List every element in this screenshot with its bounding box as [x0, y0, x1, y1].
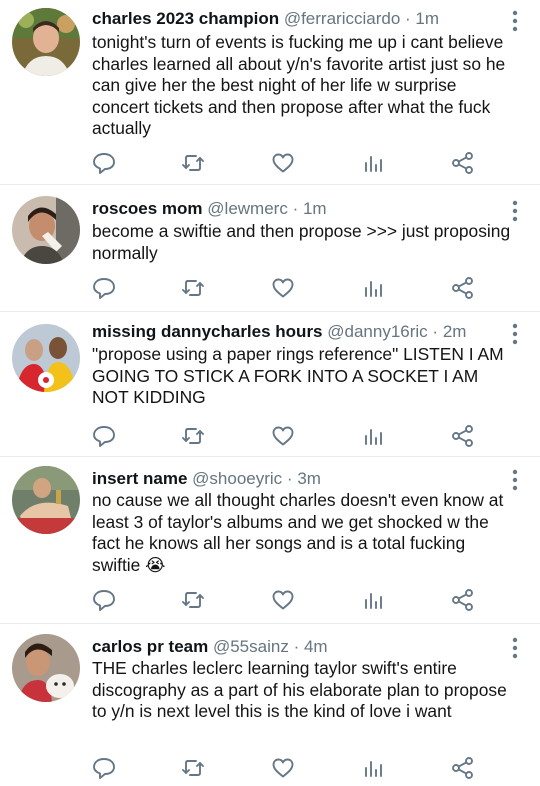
- tweet-header: roscoes mom @lewmerc · 1m: [92, 198, 500, 220]
- more-options-icon[interactable]: [512, 323, 518, 345]
- avatar-image: [12, 8, 80, 76]
- timestamp[interactable]: 1m: [415, 9, 439, 28]
- share-icon[interactable]: [450, 275, 476, 301]
- display-name[interactable]: roscoes mom: [92, 199, 203, 218]
- avatar[interactable]: [12, 466, 80, 534]
- reply-icon[interactable]: [91, 150, 117, 176]
- more-options-icon[interactable]: [512, 10, 518, 32]
- tweet-header: insert name @shooeyric · 3m: [92, 468, 500, 490]
- retweet-icon[interactable]: [180, 275, 206, 301]
- avatar[interactable]: [12, 634, 80, 702]
- like-icon[interactable]: [270, 423, 296, 449]
- tweet-text: become a swiftie and then propose >>> ju…: [92, 221, 511, 263]
- user-handle[interactable]: @ferraricciardo: [284, 9, 400, 28]
- avatar-image: [12, 324, 80, 392]
- tweet-header: missing dannycharles hours @danny16ric ·…: [92, 321, 500, 343]
- separator-dot: ·: [292, 199, 299, 218]
- display-name[interactable]: charles 2023 champion: [92, 9, 279, 28]
- stats-icon[interactable]: [360, 423, 386, 449]
- like-icon[interactable]: [270, 587, 296, 613]
- more-options-icon[interactable]: [512, 200, 518, 222]
- more-options-icon[interactable]: [512, 469, 518, 491]
- timestamp[interactable]: 3m: [297, 469, 321, 488]
- tweet-2[interactable]: roscoes mom @lewmerc · 1m become a swift…: [0, 185, 540, 312]
- share-icon[interactable]: [450, 423, 476, 449]
- reply-icon[interactable]: [91, 423, 117, 449]
- more-options-icon[interactable]: [512, 637, 518, 659]
- avatar-image: [12, 466, 80, 534]
- user-handle[interactable]: @shooeyric: [192, 469, 282, 488]
- avatar[interactable]: [12, 196, 80, 264]
- user-handle[interactable]: @55sainz: [213, 637, 289, 656]
- tweet-text: "propose using a paper rings reference" …: [92, 344, 504, 407]
- action-bar: [0, 150, 540, 176]
- like-icon[interactable]: [270, 275, 296, 301]
- timestamp[interactable]: 1m: [303, 199, 327, 218]
- tweet-header: carlos pr team @55sainz · 4m: [92, 636, 500, 658]
- reply-icon[interactable]: [91, 755, 117, 781]
- stats-icon[interactable]: [360, 275, 386, 301]
- tweet-text: THE charles leclerc learning taylor swif…: [92, 658, 507, 721]
- display-name[interactable]: carlos pr team: [92, 637, 208, 656]
- tweet-text: no cause we all thought charles doesn't …: [92, 490, 504, 575]
- action-bar: [0, 755, 540, 781]
- action-bar: [0, 587, 540, 613]
- reply-icon[interactable]: [91, 275, 117, 301]
- avatar-image: [12, 634, 80, 702]
- tweet-4[interactable]: insert name @shooeyric · 3m no cause we …: [0, 457, 540, 624]
- separator-dot: ·: [286, 469, 293, 488]
- separator-dot: ·: [432, 322, 439, 341]
- retweet-icon[interactable]: [180, 423, 206, 449]
- user-handle[interactable]: @lewmerc: [207, 199, 288, 218]
- share-icon[interactable]: [450, 150, 476, 176]
- tweet-5[interactable]: carlos pr team @55sainz · 4m THE charles…: [0, 624, 540, 786]
- timestamp[interactable]: 4m: [304, 637, 328, 656]
- stats-icon[interactable]: [360, 587, 386, 613]
- action-bar: [0, 275, 540, 301]
- separator-dot: ·: [405, 9, 411, 28]
- share-icon[interactable]: [450, 587, 476, 613]
- timestamp[interactable]: 2m: [443, 322, 467, 341]
- display-name[interactable]: missing dannycharles hours: [92, 322, 323, 341]
- share-icon[interactable]: [450, 755, 476, 781]
- action-bar: [0, 423, 540, 449]
- stats-icon[interactable]: [360, 755, 386, 781]
- tweet-header: charles 2023 champion @ferraricciardo · …: [92, 8, 500, 30]
- reply-icon[interactable]: [91, 587, 117, 613]
- retweet-icon[interactable]: [180, 150, 206, 176]
- avatar[interactable]: [12, 8, 80, 76]
- like-icon[interactable]: [270, 755, 296, 781]
- avatar[interactable]: [12, 324, 80, 392]
- stats-icon[interactable]: [360, 150, 386, 176]
- display-name[interactable]: insert name: [92, 469, 187, 488]
- user-handle[interactable]: @danny16ric: [327, 322, 427, 341]
- retweet-icon[interactable]: [180, 755, 206, 781]
- retweet-icon[interactable]: [180, 587, 206, 613]
- tweet-1[interactable]: charles 2023 champion @ferraricciardo · …: [0, 0, 540, 185]
- like-icon[interactable]: [270, 150, 296, 176]
- avatar-image: [12, 196, 80, 264]
- separator-dot: ·: [293, 637, 300, 656]
- tweet-3[interactable]: missing dannycharles hours @danny16ric ·…: [0, 312, 540, 457]
- tweet-text: tonight's turn of events is fucking me u…: [92, 32, 506, 138]
